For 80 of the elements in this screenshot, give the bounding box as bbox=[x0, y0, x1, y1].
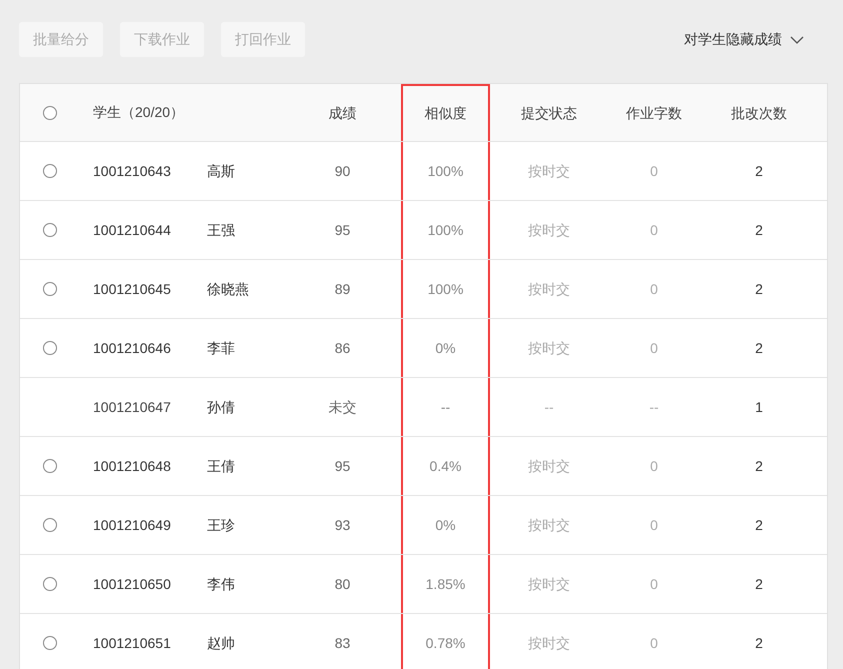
student-id-cell: 1001210645 bbox=[93, 280, 171, 296]
revision-count-cell-text: 2 bbox=[755, 162, 763, 180]
word-count-cell-text: 0 bbox=[650, 516, 658, 534]
status-cell-text: 按时交 bbox=[528, 280, 570, 298]
similarity-cell-text: 0% bbox=[435, 338, 456, 358]
student-name-cell: 王倩 bbox=[207, 458, 235, 474]
revision-count-cell-text: 2 bbox=[755, 634, 763, 652]
student-name-cell: 赵帅 bbox=[207, 634, 235, 650]
similarity-cell-text: 0% bbox=[435, 516, 456, 534]
status-cell-text: 按时交 bbox=[528, 456, 570, 476]
revision-count-cell-text: 2 bbox=[755, 456, 763, 476]
student-id-cell: 1001210651 bbox=[93, 634, 171, 650]
student-id-cell: 1001210646 bbox=[93, 340, 171, 356]
word-count-cell-text: 0 bbox=[650, 162, 658, 180]
score-cell-text: 86 bbox=[334, 338, 350, 358]
similarity-cell-text: 100% bbox=[428, 162, 464, 180]
score-cell-text: 95 bbox=[334, 456, 350, 476]
student-name-cell: 李菲 bbox=[207, 340, 235, 356]
status-cell-text: 按时交 bbox=[528, 516, 570, 534]
student-id-cell: 1001210649 bbox=[93, 516, 171, 532]
similarity-cell-text: 0.78% bbox=[426, 634, 466, 652]
radio-button[interactable] bbox=[43, 223, 57, 237]
student-id-cell: 1001210647 bbox=[93, 398, 171, 414]
word-count-cell-text: 0 bbox=[650, 456, 658, 476]
radio-button[interactable] bbox=[43, 518, 57, 532]
score-cell-text: 未交 bbox=[328, 398, 356, 416]
grade-visibility-dropdown[interactable]: 对学生隐藏成绩 bbox=[684, 29, 804, 50]
word-count-cell-text: -- bbox=[649, 398, 659, 416]
word-count-cell-text: 0 bbox=[650, 634, 658, 652]
score-cell-text: 89 bbox=[334, 280, 350, 298]
word-count-cell-text: 0 bbox=[650, 280, 658, 298]
radio-button[interactable] bbox=[43, 282, 57, 296]
revision-count-cell-text: 2 bbox=[755, 516, 763, 534]
column-header: 提交状态 bbox=[520, 104, 578, 123]
student-name-cell: 徐晓燕 bbox=[207, 280, 249, 296]
column-header: 批改次数 bbox=[730, 104, 788, 123]
column-header: 相似度 bbox=[401, 84, 490, 141]
similarity-cell-text: 1.85% bbox=[426, 574, 466, 594]
revision-count-cell-text: 1 bbox=[755, 398, 763, 416]
status-cell-text: -- bbox=[544, 398, 554, 416]
revision-count-cell-text: 2 bbox=[755, 574, 763, 594]
word-count-cell-text: 0 bbox=[650, 338, 658, 358]
radio-button[interactable] bbox=[43, 577, 57, 591]
revision-count-cell-text: 2 bbox=[755, 280, 763, 298]
radio-button[interactable] bbox=[43, 341, 57, 355]
status-cell-text: 按时交 bbox=[528, 574, 570, 594]
score-cell-text: 80 bbox=[334, 574, 350, 594]
radio-button[interactable] bbox=[43, 459, 57, 473]
revision-count-cell-text: 2 bbox=[755, 338, 763, 358]
student-name-cell: 李伟 bbox=[207, 576, 235, 592]
student-id-cell: 1001210648 bbox=[93, 458, 171, 474]
status-cell-text: 按时交 bbox=[528, 220, 570, 240]
similarity-cell-text: 100% bbox=[428, 220, 464, 240]
student-id-cell: 1001210644 bbox=[93, 222, 171, 238]
student-name-cell: 孙倩 bbox=[207, 398, 235, 414]
status-cell-text: 按时交 bbox=[528, 162, 570, 180]
similarity-cell-text: -- bbox=[440, 398, 450, 416]
score-cell-text: 90 bbox=[334, 162, 350, 180]
word-count-cell-text: 0 bbox=[650, 574, 658, 594]
student-name-cell: 王珍 bbox=[207, 516, 235, 532]
revision-count-cell-text: 2 bbox=[755, 220, 763, 240]
column-header: 学生（20/20） bbox=[93, 104, 184, 120]
radio-button[interactable] bbox=[43, 164, 57, 178]
score-cell-text: 93 bbox=[334, 516, 350, 534]
column-header: 成绩 bbox=[328, 104, 358, 123]
word-count-cell-text: 0 bbox=[650, 220, 658, 240]
radio-button[interactable] bbox=[43, 636, 57, 650]
radio-button[interactable] bbox=[43, 106, 57, 120]
student-name-cell: 王强 bbox=[207, 222, 235, 238]
status-cell-text: 按时交 bbox=[528, 338, 570, 358]
student-id-cell: 1001210650 bbox=[93, 576, 171, 592]
student-id-cell: 1001210643 bbox=[93, 162, 171, 178]
chevron-down-icon bbox=[790, 36, 804, 44]
column-header: 作业字数 bbox=[625, 104, 683, 123]
score-cell-text: 95 bbox=[334, 220, 350, 240]
score-cell-text: 83 bbox=[334, 634, 350, 652]
similarity-cell-text: 100% bbox=[428, 280, 464, 298]
student-name-cell: 高斯 bbox=[207, 162, 235, 178]
status-cell-text: 按时交 bbox=[528, 634, 570, 652]
similarity-cell-text: 0.4% bbox=[430, 456, 462, 476]
